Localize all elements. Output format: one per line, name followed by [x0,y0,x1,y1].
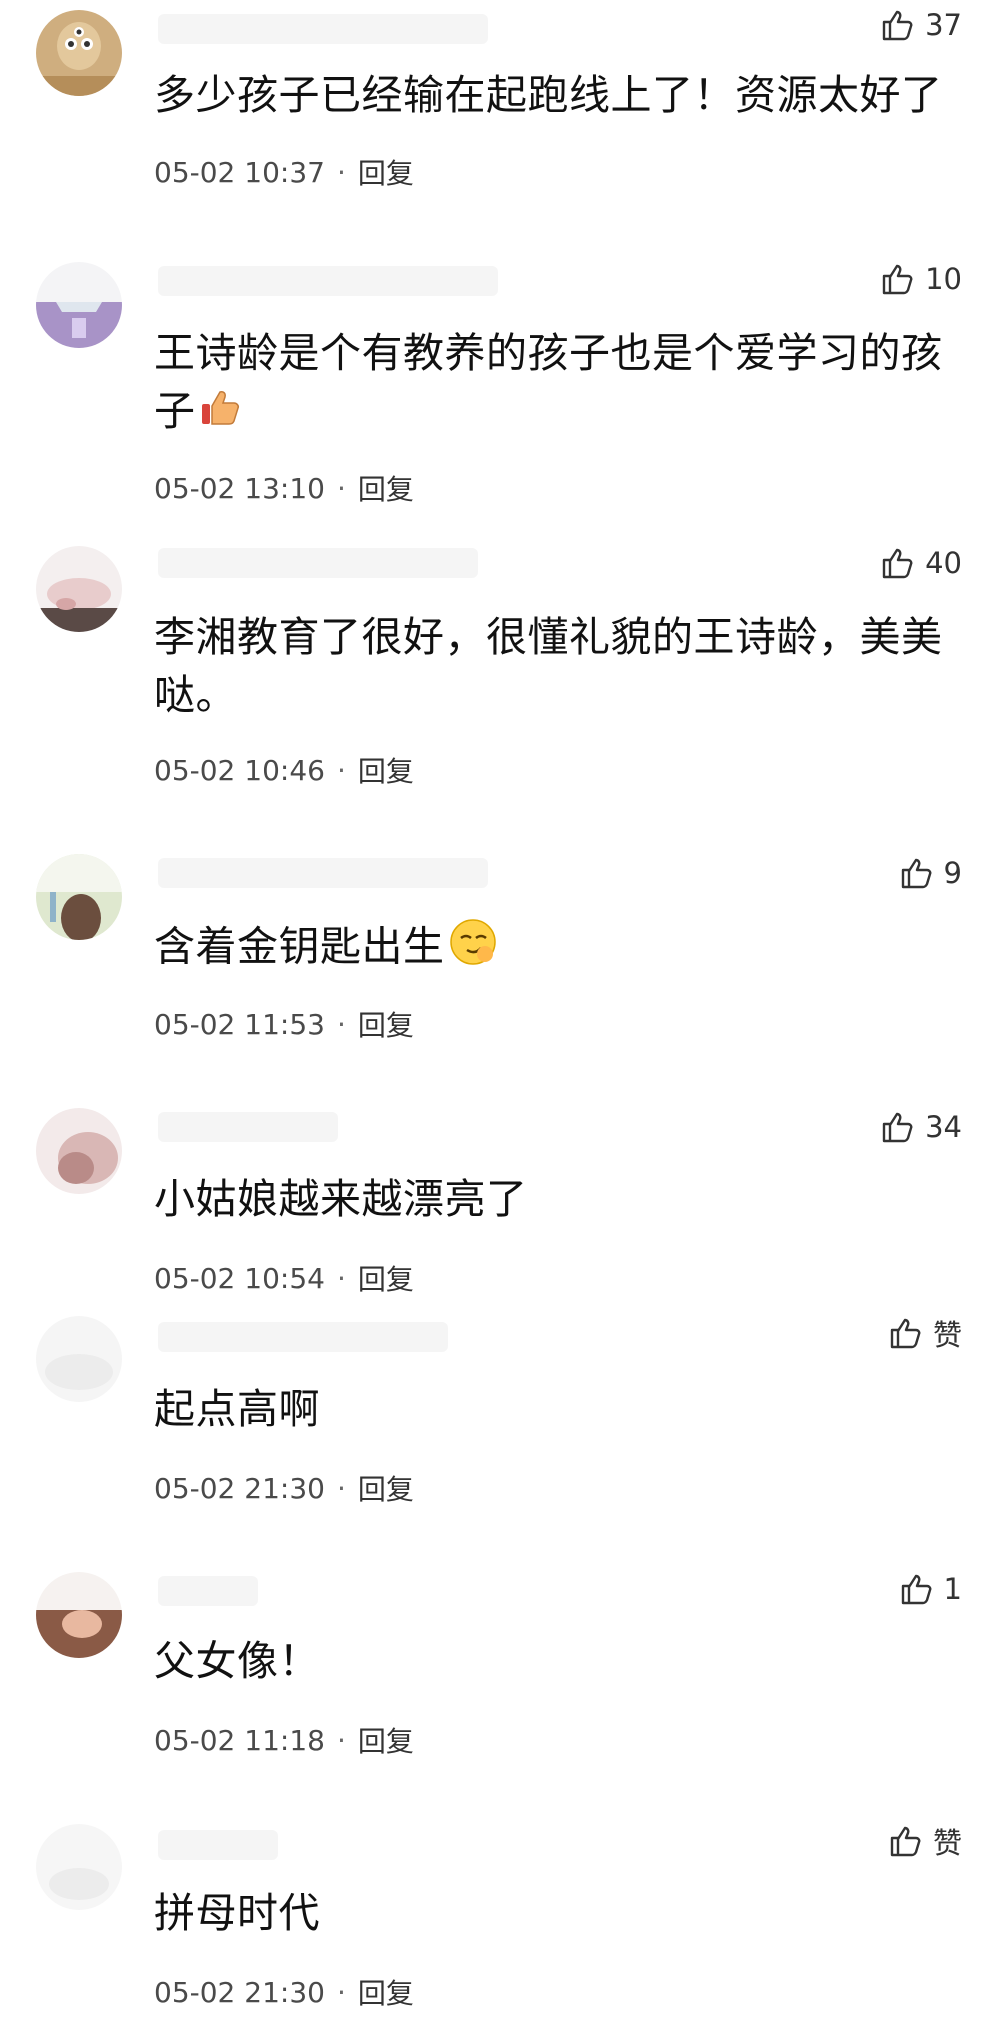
comment-text: 起点高啊 [154,1385,320,1433]
sly-smirk-emoji [447,916,499,983]
comment-text: 小姑娘越来越漂亮了 [154,1175,528,1223]
comment-time: 05-02 13:10 [154,471,325,505]
comment-meta: 05-02 13:10 · 回复 [154,468,414,508]
comment-text-content: 王诗龄是个有教养的孩子也是个爱学习的孩子 [154,329,943,435]
comment-time: 05-02 11:53 [154,1007,325,1041]
thumbs-up-outline-icon [900,1572,934,1606]
meta-separator: · [336,1723,346,1757]
thumbs-up-outline-icon [881,8,915,42]
comment-meta: 05-02 10:54 · 回复 [154,1258,414,1298]
reply-button[interactable]: 回复 [358,152,414,192]
meta-separator: · [336,155,346,189]
username-blurred [158,1830,278,1860]
avatar-image [36,262,122,348]
meta-separator: · [336,1261,346,1295]
user-avatar[interactable] [36,1108,122,1194]
comment-time: 05-02 10:54 [154,1261,325,1295]
thumbs-up-emoji [198,384,244,445]
username-blurred [158,548,478,578]
thumbs-up-outline-icon [889,1824,923,1858]
reply-button[interactable]: 回复 [358,750,414,790]
thumbs-up-outline-icon [881,262,915,296]
username-blurred [158,858,488,888]
like-count: 10 [925,262,962,296]
comment-text: 多少孩子已经输在起跑线上了！资源太好了 [154,71,943,119]
username-blurred [158,14,488,44]
comment-meta: 05-02 11:53 · 回复 [154,1004,414,1044]
comment-text: 拼母时代 [154,1889,320,1937]
user-avatar[interactable] [36,10,122,96]
comment-text: 含着金钥匙出生 [154,916,944,983]
comment-time: 05-02 21:30 [154,1471,325,1505]
user-avatar[interactable] [36,1572,122,1658]
like-count: 40 [925,546,962,580]
username-blurred [158,1112,338,1142]
comment-meta: 05-02 10:46 · 回复 [154,750,414,790]
comment-time: 05-02 10:37 [154,155,325,189]
like-button[interactable]: 1 [900,1566,962,1612]
username-blurred [158,1576,258,1606]
avatar-image [36,1316,122,1402]
meta-separator: · [336,753,346,787]
comment-time: 05-02 21:30 [154,1975,325,2009]
user-avatar[interactable] [36,854,122,940]
comment-time: 05-02 11:18 [154,1723,325,1757]
avatar-image [36,854,122,940]
user-avatar[interactable] [36,1824,122,1910]
like-count: 34 [925,1110,962,1144]
like-count: 赞 [932,1318,962,1352]
user-avatar[interactable] [36,546,122,632]
reply-button[interactable]: 回复 [358,1720,414,1760]
comment-text: 李湘教育了很好，很懂礼貌的王诗龄，美美哒。 [154,613,943,719]
like-count: 赞 [932,1826,962,1860]
like-button[interactable]: 37 [881,2,962,48]
like-button[interactable]: 赞 [889,1310,962,1356]
meta-separator: · [336,1975,346,2009]
avatar-image [36,546,122,632]
reply-button[interactable]: 回复 [358,468,414,508]
like-button[interactable]: 9 [900,850,962,896]
thumbs-up-outline-icon [881,1110,915,1144]
reply-button[interactable]: 回复 [358,1468,414,1508]
like-count: 1 [943,1572,962,1606]
reply-button[interactable]: 回复 [358,1004,414,1044]
username-blurred [158,266,498,296]
comment-meta: 05-02 11:18 · 回复 [154,1720,414,1760]
comment-meta: 05-02 21:30 · 回复 [154,1972,414,2012]
comment-text-content: 含着金钥匙出生 [154,922,445,971]
meta-separator: · [336,471,346,505]
avatar-image [36,1572,122,1658]
meta-separator: · [336,1471,346,1505]
username-blurred [158,1322,448,1352]
comment-text: 王诗龄是个有教养的孩子也是个爱学习的孩子 [154,324,944,445]
comment-text: 父女像！ [154,1637,320,1685]
comment-meta: 05-02 21:30 · 回复 [154,1468,414,1508]
like-button[interactable]: 10 [881,256,962,302]
thumbs-up-outline-icon [900,856,934,890]
user-avatar[interactable] [36,262,122,348]
avatar-image [36,1824,122,1910]
avatar-image [36,1108,122,1194]
reply-button[interactable]: 回复 [358,1972,414,2012]
like-count: 37 [925,8,962,42]
user-avatar[interactable] [36,1316,122,1402]
like-count: 9 [943,856,962,890]
reply-button[interactable]: 回复 [358,1258,414,1298]
thumbs-up-outline-icon [889,1316,923,1350]
like-button[interactable]: 40 [881,540,962,586]
comment-meta: 05-02 10:37 · 回复 [154,152,414,192]
avatar-image [36,10,122,96]
meta-separator: · [336,1007,346,1041]
like-button[interactable]: 赞 [889,1818,962,1864]
thumbs-up-outline-icon [881,546,915,580]
like-button[interactable]: 34 [881,1104,962,1150]
comment-time: 05-02 10:46 [154,753,325,787]
